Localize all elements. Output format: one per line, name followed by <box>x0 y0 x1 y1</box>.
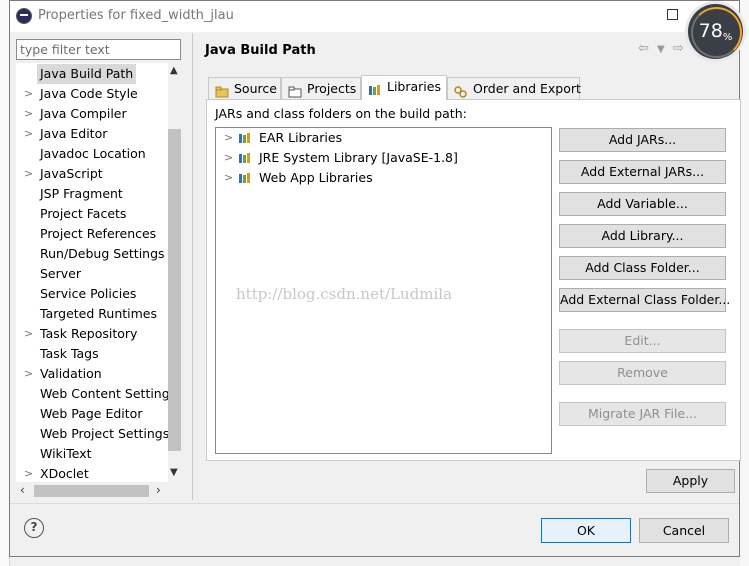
help-icon[interactable]: ? <box>24 518 44 538</box>
remove-button[interactable]: Remove <box>559 361 726 385</box>
watermark: http://blog.csdn.net/Ludmila <box>236 285 453 303</box>
scrollbar-thumb[interactable] <box>168 129 181 451</box>
page-title: Java Build Path <box>205 43 316 58</box>
nav-item-label: Server <box>40 266 81 281</box>
library-label: Web App Libraries <box>259 170 373 185</box>
nav-item-label: Service Policies <box>40 286 137 301</box>
scroll-down-icon[interactable]: ▼ <box>170 467 178 478</box>
tab-source[interactable]: Source <box>208 77 281 99</box>
progress-badge[interactable]: 78% <box>688 4 743 59</box>
filter-input[interactable] <box>16 39 181 60</box>
expand-arrow-icon[interactable]: > <box>24 324 33 344</box>
source-folder-icon <box>215 83 229 97</box>
library-icon <box>239 173 250 183</box>
nav-item-label: Validation <box>40 366 102 381</box>
libraries-icon <box>368 81 382 95</box>
expand-arrow-icon[interactable]: > <box>24 84 33 104</box>
footer-divider <box>10 503 739 504</box>
library-icon <box>239 133 250 143</box>
property-page-tree: Java Build Path > Java Code Style > Java C… <box>16 63 181 482</box>
back-arrow-icon[interactable]: ⇦ <box>638 41 649 56</box>
library-label: EAR Libraries <box>259 130 343 145</box>
build-path-label: JARs and class folders on the build path… <box>215 106 467 121</box>
expand-arrow-icon[interactable]: > <box>24 164 33 184</box>
nav-item-label: XDoclet <box>40 466 89 481</box>
nav-item-label: Web Project Settings <box>40 426 170 441</box>
tab-label: Source <box>234 81 277 96</box>
nav-item-label: Project Facets <box>40 206 127 221</box>
add-variable-button[interactable]: Add Variable... <box>559 192 726 216</box>
order-export-icon <box>454 83 468 98</box>
nav-item-label: Targeted Runtimes <box>40 306 157 321</box>
nav-item-label: Web Content Settings <box>40 386 177 401</box>
nav-item-label: Java Build Path <box>37 64 137 84</box>
library-icon <box>239 153 250 163</box>
scroll-right-icon[interactable]: › <box>156 483 161 497</box>
nav-item-label: Web Page Editor <box>40 406 143 421</box>
expand-arrow-icon[interactable]: > <box>224 128 233 148</box>
tab-label: Libraries <box>387 79 441 94</box>
add-jars-button[interactable]: Add JARs... <box>559 128 726 152</box>
tab-libraries[interactable]: Libraries <box>361 75 447 100</box>
badge-unit: % <box>722 32 733 43</box>
add-class-folder-button[interactable]: Add Class Folder... <box>559 256 726 280</box>
add-library-button[interactable]: Add Library... <box>559 224 726 248</box>
nav-item-label: Project References <box>40 226 157 241</box>
add-external-class-folder-button[interactable]: Add External Class Folder... <box>559 288 730 312</box>
migrate-jar-file-button[interactable]: Migrate JAR File... <box>559 402 726 426</box>
nav-item-label: Run/Debug Settings <box>40 246 165 261</box>
maximize-button[interactable] <box>667 9 678 20</box>
scrollbar-thumb[interactable] <box>34 485 149 497</box>
window-title: Properties for fixed_width_jlau <box>38 8 234 23</box>
page-navigation: ⇦ ▼ ⇨ <box>638 41 684 56</box>
expand-arrow-icon[interactable]: > <box>24 104 33 124</box>
expand-arrow-icon[interactable]: > <box>224 168 233 188</box>
tab-label: Projects <box>307 81 357 96</box>
nav-item-label: Task Repository <box>40 326 138 341</box>
add-external-jars-button[interactable]: Add External JARs... <box>559 160 726 184</box>
tree-horizontal-scrollbar[interactable]: ‹ › <box>16 482 168 499</box>
projects-icon <box>288 83 302 97</box>
cancel-button[interactable]: Cancel <box>639 518 729 543</box>
chevron-down-icon[interactable]: ▼ <box>657 44 665 55</box>
scroll-left-icon[interactable]: ‹ <box>20 483 25 497</box>
nav-item-label: Javadoc Location <box>40 146 146 161</box>
scroll-up-icon[interactable]: ▲ <box>170 65 178 76</box>
title-bar: Properties for fixed_width_jlau <box>10 1 739 32</box>
eclipse-icon <box>16 8 32 24</box>
progress-ring <box>691 7 742 58</box>
pane-divider[interactable] <box>192 33 193 500</box>
tab-order-and-export[interactable]: Order and Export <box>447 77 581 99</box>
expand-arrow-icon[interactable]: > <box>24 464 33 484</box>
tab-projects[interactable]: Projects <box>281 77 361 99</box>
nav-item-label: JSP Fragment <box>40 186 123 201</box>
tab-label: Order and Export <box>473 81 581 96</box>
nav-item-label: JavaScript <box>40 166 103 181</box>
expand-arrow-icon[interactable]: > <box>224 148 233 168</box>
apply-button[interactable]: Apply <box>646 469 735 493</box>
ok-button[interactable]: OK <box>541 518 631 543</box>
nav-item-label: Java Editor <box>40 126 108 141</box>
properties-dialog: Properties for fixed_width_jlau Java Bui… <box>9 0 741 557</box>
nav-item-label: WikiText <box>40 446 92 461</box>
expand-arrow-icon[interactable]: > <box>24 364 33 384</box>
library-label: JRE System Library [JavaSE-1.8] <box>259 150 458 165</box>
nav-item-label: Java Code Style <box>40 86 138 101</box>
forward-arrow-icon[interactable]: ⇨ <box>673 41 684 56</box>
nav-item-label: Java Compiler <box>40 106 127 121</box>
tree-vertical-scrollbar[interactable]: ▲ ▼ <box>168 63 181 482</box>
background-right-strip <box>740 0 749 566</box>
expand-arrow-icon[interactable]: > <box>24 124 33 144</box>
edit-button[interactable]: Edit... <box>559 329 726 353</box>
nav-item-label: Task Tags <box>40 346 99 361</box>
